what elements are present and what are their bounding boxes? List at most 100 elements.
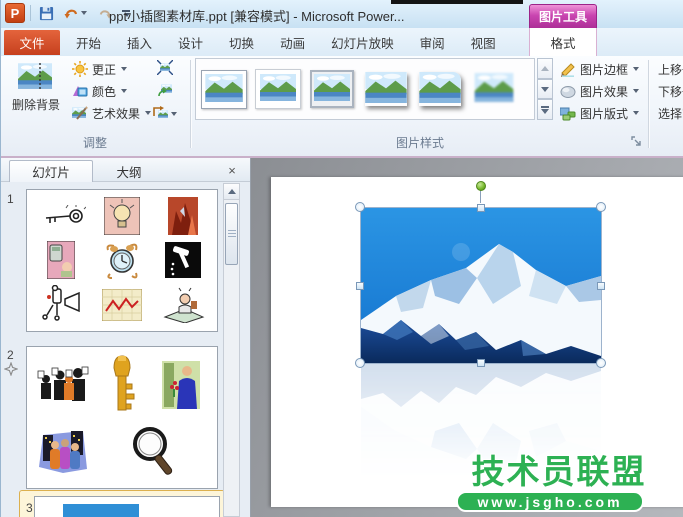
tab-slides[interactable]: 幻灯片: [9, 160, 93, 182]
gallery-scroll-up-button[interactable]: [537, 58, 553, 79]
artistic-effects-icon: [72, 106, 88, 120]
group-arrange-partial: 上移一层 下移一层 选择窗格: [651, 58, 683, 124]
corrections-dropdown-arrow[interactable]: [121, 67, 128, 71]
tab-home[interactable]: 开始: [63, 30, 114, 55]
resize-handle-bottom-right[interactable]: [596, 358, 606, 368]
style-thumbnail-drop-shadow[interactable]: [361, 63, 411, 115]
adjust-group-label: 调整: [82, 136, 107, 150]
tab-animations[interactable]: 动画: [267, 30, 318, 55]
undo-dropdown-arrow[interactable]: [80, 11, 87, 15]
ribbon: 删除背景 更正 颜色 艺术效果 调整 图片边框 图片效果 图片版式 图片样式 上…: [1, 56, 683, 158]
picture-effects-shape-icon: [560, 85, 576, 98]
style-thumbnail-rounded-shadow[interactable]: [415, 63, 465, 115]
window-title: ppt小插图素材库.ppt [兼容模式] - Microsoft Power..…: [109, 9, 405, 24]
gallery-scroll-down-button[interactable]: [537, 78, 553, 100]
tab-insert[interactable]: 插入: [114, 30, 165, 55]
tab-review[interactable]: 审阅: [407, 30, 458, 55]
scrollbar-up-button[interactable]: [224, 184, 239, 200]
slide-3-blue-shape: [63, 504, 139, 517]
resize-handle-bottom-left[interactable]: [355, 358, 365, 368]
qat-divider: [30, 5, 31, 21]
tab-file[interactable]: 文件: [4, 30, 60, 55]
style-thumbnail-simple-frame[interactable]: [199, 63, 249, 115]
resize-handle-top-left[interactable]: [355, 202, 365, 212]
change-picture-button[interactable]: [153, 81, 177, 100]
tab-outline[interactable]: 大纲: [95, 160, 163, 182]
picture-border-dropdown-arrow[interactable]: [633, 67, 640, 71]
powerpoint-app-icon[interactable]: P: [5, 3, 25, 23]
scrollbar-thumb[interactable]: [225, 203, 238, 265]
clipart-voting-crowd: [33, 353, 92, 418]
remove-background-icon: [18, 63, 52, 91]
slide-page[interactable]: 技术员联盟 www.jsgho.com: [271, 177, 683, 512]
selection-pane-button[interactable]: 选择窗格: [651, 102, 683, 124]
style-thumbnail-metal-frame[interactable]: [307, 63, 357, 115]
bring-forward-button[interactable]: 上移一层: [651, 58, 683, 80]
panel-scrollbar[interactable]: [223, 183, 240, 517]
reset-picture-dropdown-arrow[interactable]: [171, 111, 177, 116]
slide-3-thumbnail[interactable]: [34, 496, 220, 517]
color-button[interactable]: 颜色: [69, 80, 154, 102]
style-thumbnail-white-frame[interactable]: [253, 63, 303, 115]
adjust-buttons-column: 更正 颜色 艺术效果: [69, 58, 154, 124]
picture-effects-button[interactable]: 图片效果: [557, 80, 642, 102]
panel-close-icon[interactable]: ×: [223, 161, 241, 179]
selected-mountain-picture[interactable]: [360, 207, 602, 364]
resize-handle-bottom[interactable]: [477, 359, 485, 367]
artistic-effects-button[interactable]: 艺术效果: [69, 102, 154, 124]
resize-handle-top-right[interactable]: [596, 202, 606, 212]
picture-border-button[interactable]: 图片边框: [557, 58, 642, 80]
corrections-button[interactable]: 更正: [69, 58, 154, 80]
tab-transitions[interactable]: 切换: [216, 30, 267, 55]
picture-effects-dropdown-arrow[interactable]: [633, 89, 640, 93]
artistic-effects-dropdown-arrow[interactable]: [145, 111, 152, 115]
style-thumbnail-soft-edge[interactable]: [469, 63, 519, 115]
tab-slideshow[interactable]: 幻灯片放映: [318, 30, 407, 55]
slide-2-thumbnail[interactable]: [26, 346, 218, 489]
adjust-small-buttons: [153, 58, 177, 123]
slide-2-clipart-grid: [33, 353, 211, 482]
compress-pictures-button[interactable]: [153, 58, 177, 77]
group-separator: [648, 60, 649, 148]
reset-picture-button[interactable]: [153, 104, 177, 123]
picture-border-pen-icon: [561, 62, 575, 77]
slide-1-number: 1: [7, 192, 14, 206]
picture-layout-dropdown-arrow[interactable]: [633, 111, 640, 115]
watermark-url-badge: www.jsgho.com: [456, 491, 644, 512]
mountain-photo: [361, 208, 601, 363]
clipart-red-abstract: [152, 194, 213, 238]
powerpoint-window: P ppt小插图素材库.ppt [兼容模式] - Microsoft Power…: [0, 0, 683, 517]
rotate-handle[interactable]: [476, 181, 486, 191]
clipart-city-crowd: [33, 418, 92, 483]
slide-3-selected-wrapper[interactable]: 3: [19, 490, 225, 517]
clipart-line-chart: [92, 283, 153, 327]
picture-layout-button[interactable]: 图片版式: [557, 102, 642, 124]
save-icon[interactable]: [36, 3, 56, 23]
resize-handle-left[interactable]: [356, 282, 364, 290]
panel-tab-bar: 幻灯片 大纲 ×: [1, 158, 250, 182]
resize-handle-top[interactable]: [477, 204, 485, 212]
send-backward-button[interactable]: 下移一层: [651, 80, 683, 102]
compress-pictures-icon: [157, 60, 173, 75]
undo-icon[interactable]: [61, 3, 89, 23]
animation-indicator-icon: [4, 362, 18, 376]
screenshot-artifact-strip: [391, 0, 523, 4]
ribbon-tab-row: 文件 开始 插入 设计 切换 动画 幻灯片放映 审阅 视图 格式: [1, 28, 683, 56]
corrections-sun-icon: [72, 61, 88, 77]
gallery-more-button[interactable]: [537, 99, 553, 121]
remove-background-button[interactable]: 删除背景: [7, 58, 65, 130]
clipart-person-reading: [152, 283, 213, 327]
picture-tools-header: 图片工具: [529, 4, 597, 28]
picture-styles-gallery: [195, 58, 535, 120]
clipart-presenter-megaphone: [31, 283, 92, 327]
slide-1-thumbnail[interactable]: [26, 189, 218, 332]
resize-handle-right[interactable]: [597, 282, 605, 290]
tab-design[interactable]: 设计: [165, 30, 216, 55]
tab-view[interactable]: 视图: [458, 30, 509, 55]
gallery-scroll-buttons: [537, 58, 553, 121]
clipart-alarm-clock: [92, 238, 153, 282]
tab-format-active[interactable]: 格式: [529, 28, 597, 56]
color-dropdown-arrow[interactable]: [121, 89, 128, 93]
dialog-launcher-icon[interactable]: [631, 136, 643, 148]
color-icon: [73, 86, 88, 97]
